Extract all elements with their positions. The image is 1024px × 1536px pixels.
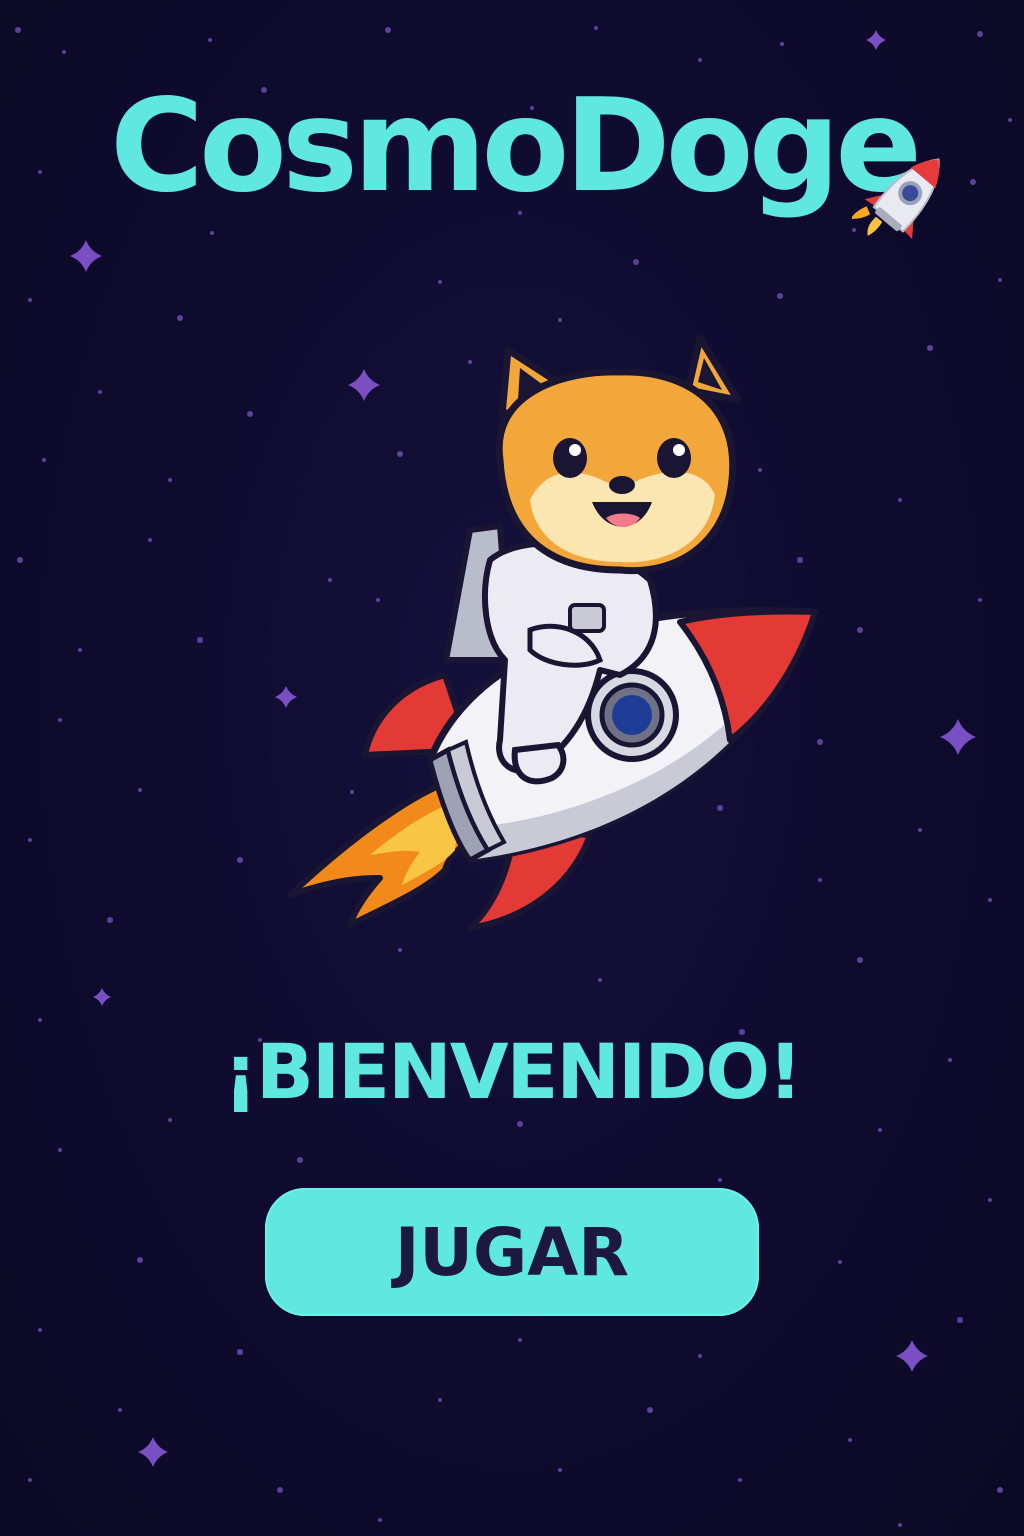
star-dot: [208, 38, 212, 42]
rocket-icon: [852, 158, 940, 240]
game-title: CosmoDoge: [110, 72, 922, 221]
sparkle-star-icon: [70, 240, 102, 272]
star-dot: [777, 293, 783, 299]
star-dot: [277, 1487, 283, 1493]
star-dot: [633, 259, 639, 265]
star-dot: [168, 478, 172, 482]
star-dot: [598, 978, 602, 982]
star-dot: [927, 345, 933, 351]
sparkle-star-icon: [866, 30, 886, 50]
star-dot: [988, 1198, 992, 1202]
star-dot: [15, 27, 21, 33]
star-dot: [780, 42, 784, 46]
star-dot: [62, 50, 66, 54]
star-dot: [848, 1438, 852, 1442]
welcome-heading: ¡BIENVENIDO!: [223, 1027, 802, 1116]
star-dot: [558, 1468, 562, 1472]
star-dot: [378, 1518, 382, 1522]
sparkle-star-icon: [896, 1340, 928, 1372]
play-button[interactable]: JUGAR: [265, 1188, 759, 1316]
star-dot: [118, 1408, 122, 1412]
star-dot: [197, 637, 203, 643]
shiba-head: [495, 334, 742, 575]
sparkle-star-icon: [940, 719, 976, 755]
star-dot: [438, 280, 442, 284]
star-dot: [978, 598, 982, 602]
star-dot: [878, 1128, 882, 1132]
star-dot: [558, 318, 562, 322]
star-dot: [17, 557, 23, 563]
star-dot: [78, 648, 82, 652]
star-dot: [237, 1349, 243, 1355]
star-dot: [137, 1257, 143, 1263]
star-dot: [58, 718, 62, 722]
star-dot: [107, 917, 113, 923]
star-dot: [38, 1328, 42, 1332]
sparkle-star-icon: [93, 988, 111, 1006]
star-dot: [698, 1354, 702, 1358]
star-dot: [28, 838, 32, 842]
star-dot: [997, 1487, 1003, 1493]
star-dot: [718, 1178, 722, 1182]
star-dot: [647, 1407, 653, 1413]
star-dot: [857, 627, 863, 633]
star-dot: [898, 498, 902, 502]
star-dot: [98, 390, 102, 394]
star-dot: [138, 788, 142, 792]
star-dot: [438, 1398, 442, 1402]
star-dot: [918, 828, 922, 832]
star-dot: [297, 1157, 303, 1163]
star-dot: [988, 898, 992, 902]
star-dot: [385, 27, 391, 33]
star-dot: [247, 411, 253, 417]
star-dot: [28, 1478, 32, 1482]
star-dot: [857, 957, 863, 963]
mascot-shiba-astronaut: [287, 334, 819, 931]
star-dot: [838, 1260, 842, 1264]
game-screen: CosmoDoge ¡BIENVENIDO! JUGAR: [0, 0, 1024, 1536]
star-dot: [998, 278, 1002, 282]
star-dot: [518, 1338, 522, 1342]
star-dot: [237, 857, 243, 863]
play-button-label: JUGAR: [394, 1213, 630, 1291]
star-dot: [28, 298, 32, 302]
star-dot: [957, 1317, 963, 1323]
title-area: CosmoDoge: [0, 62, 1024, 240]
star-dot: [42, 458, 46, 462]
star-dot: [594, 26, 598, 30]
star-dot: [58, 1148, 62, 1152]
star-dot: [177, 315, 183, 321]
star-dot: [898, 1523, 902, 1527]
sparkle-star-icon: [138, 1437, 168, 1467]
star-dot: [977, 31, 983, 37]
star-dot: [148, 538, 152, 542]
star-dot: [738, 1478, 742, 1482]
